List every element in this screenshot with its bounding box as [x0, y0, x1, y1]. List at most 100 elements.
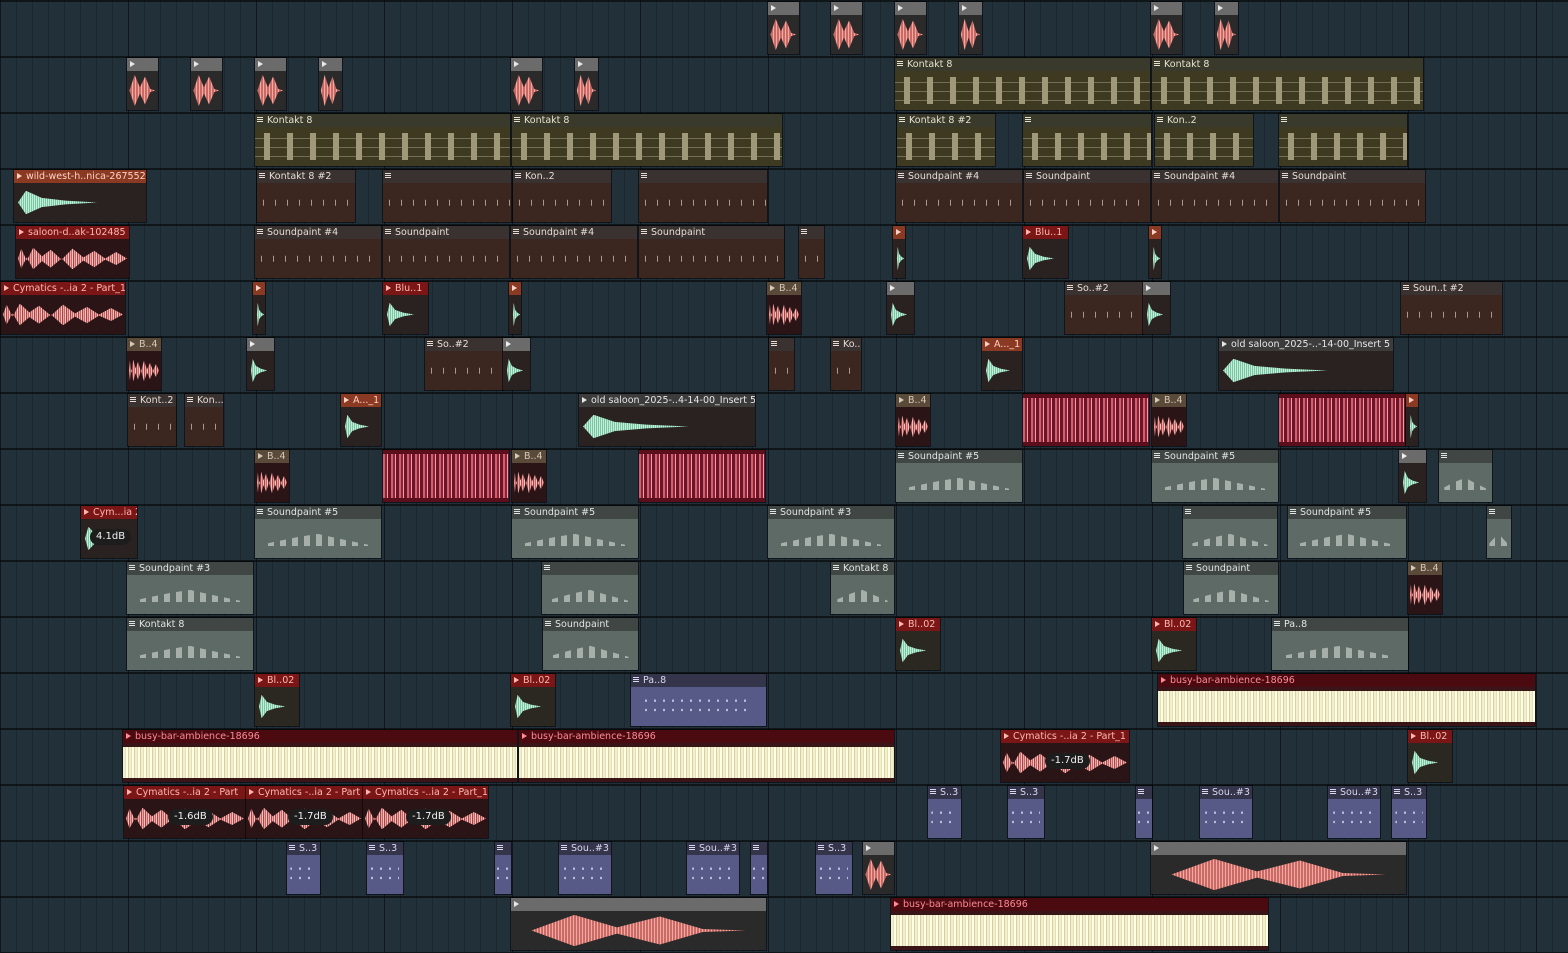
- clip-header[interactable]: S..3: [287, 842, 320, 855]
- pattern-clip-small[interactable]: [798, 225, 825, 279]
- audio-clip-busy-bar[interactable]: busy-bar-ambience-18696: [518, 729, 895, 783]
- pattern-clip-soundpaint-4[interactable]: Soundpaint #4: [1151, 169, 1279, 223]
- audio-clip-b4[interactable]: B..4: [895, 393, 931, 447]
- clip-header[interactable]: [495, 842, 511, 855]
- pattern-clip-kontakt-2[interactable]: Kon..2: [512, 169, 612, 223]
- audio-clip-bl02[interactable]: Bl..02: [510, 673, 556, 727]
- audio-clip-bl02[interactable]: Bl..02: [895, 617, 941, 671]
- clip-header[interactable]: Soundpaint: [543, 618, 638, 631]
- clip-header[interactable]: S..3: [816, 842, 852, 855]
- clip-header[interactable]: [768, 2, 799, 15]
- pattern-clip-s3[interactable]: S..3: [366, 841, 404, 895]
- clip-header[interactable]: [511, 58, 542, 71]
- pattern-clip-kontakt-hits[interactable]: [1022, 113, 1152, 167]
- clip-header[interactable]: [1143, 282, 1170, 295]
- clip-header[interactable]: old saloon_2025-..-14-00_Insert 5: [1219, 338, 1393, 351]
- clip-header[interactable]: Soundpaint: [383, 226, 509, 239]
- clip-header[interactable]: Kon..2: [513, 170, 611, 183]
- clip-header[interactable]: [1399, 450, 1426, 463]
- audio-clip-drum-hit[interactable]: [190, 57, 223, 111]
- audio-clip-saloon[interactable]: saloon-d..ak-102485: [15, 225, 130, 279]
- audio-clip-drum-hit[interactable]: [510, 57, 543, 111]
- audio-clip-drum-roll[interactable]: [510, 897, 767, 951]
- audio-clip-blu[interactable]: Blu..1: [1022, 225, 1069, 279]
- pattern-clip-s3[interactable]: S..3: [286, 841, 321, 895]
- audio-clip-drum-hit[interactable]: [767, 1, 800, 55]
- audio-clip-b4[interactable]: B..4: [1407, 561, 1443, 615]
- audio-clip-busy-bar[interactable]: busy-bar-ambience-18696: [122, 729, 518, 783]
- pattern-clip-so2[interactable]: So..#2: [424, 337, 504, 391]
- clip-header[interactable]: [191, 58, 222, 71]
- audio-clip-hit[interactable]: [1405, 393, 1419, 447]
- clip-header[interactable]: [1149, 226, 1161, 239]
- pattern-clip-soundpaint[interactable]: Soundpaint: [1279, 169, 1426, 223]
- clip-header[interactable]: Bl..02: [255, 674, 299, 687]
- clip-header[interactable]: B..4: [767, 282, 801, 295]
- clip-header[interactable]: [1487, 506, 1511, 519]
- clip-header[interactable]: [1023, 114, 1151, 127]
- audio-clip-hit[interactable]: [502, 337, 531, 391]
- clip-header[interactable]: busy-bar-ambience-18696: [123, 730, 517, 743]
- clip-header[interactable]: Soundpaint #4: [1152, 170, 1278, 183]
- clip-header[interactable]: busy-bar-ambience-18696: [891, 898, 1268, 911]
- audio-clip-a1[interactable]: A..._1: [340, 393, 382, 447]
- clip-header[interactable]: Kont..2: [128, 394, 176, 407]
- pattern-clip-kontakt[interactable]: Kontakt 8: [894, 57, 1151, 111]
- audio-clip-hit[interactable]: [246, 337, 275, 391]
- clip-header[interactable]: Sou..#3: [1328, 786, 1380, 799]
- pattern-clip-soundpaint-5[interactable]: Soundpaint #5: [254, 505, 382, 559]
- clip-header[interactable]: Soundpaint #5: [512, 506, 638, 519]
- pattern-clip-kontakt[interactable]: Kontakt 8: [830, 561, 895, 615]
- audio-clip-drum-hit[interactable]: [894, 1, 927, 55]
- clip-header[interactable]: Kontakt 8: [127, 618, 253, 631]
- pattern-clip-soundpaint-4[interactable]: Soundpaint #4: [254, 225, 382, 279]
- clip-header[interactable]: Soundpaint #3: [768, 506, 894, 519]
- clip-header[interactable]: So..#2: [425, 338, 503, 351]
- clip-header[interactable]: [1151, 842, 1406, 855]
- clip-header[interactable]: Pa..8: [631, 674, 766, 687]
- pattern-clip-soundpaint-5[interactable]: Soundpaint #5: [511, 505, 639, 559]
- audio-clip-busy-bar[interactable]: busy-bar-ambience-18696: [890, 897, 1269, 951]
- clip-header[interactable]: Soundpaint #5: [1152, 450, 1278, 463]
- clip-header[interactable]: [253, 282, 265, 295]
- audio-clip-a1[interactable]: A..._1: [981, 337, 1023, 391]
- clip-header[interactable]: Blu..1: [383, 282, 428, 295]
- pattern-clip-pa8[interactable]: Pa..8: [1271, 617, 1409, 671]
- clip-header[interactable]: Bl..02: [1152, 618, 1196, 631]
- audio-clip-cymatics[interactable]: Cymatics -..ia 2 - Part_1: [0, 281, 126, 335]
- clip-header[interactable]: B..4: [1408, 562, 1442, 575]
- audio-clip-stutter[interactable]: [1278, 393, 1406, 447]
- clip-header[interactable]: saloon-d..ak-102485: [16, 226, 129, 239]
- pattern-clip-soundpaint-3[interactable]: Soundpaint #3: [126, 561, 254, 615]
- audio-clip-bl02[interactable]: Bl..02: [1407, 729, 1453, 783]
- clip-header[interactable]: [575, 58, 598, 71]
- pattern-clip-sou3[interactable]: Sou..#3: [1327, 785, 1381, 839]
- audio-clip-b4[interactable]: B..4: [511, 449, 547, 503]
- audio-clip-stutter[interactable]: [1022, 393, 1150, 447]
- pattern-clip-kon[interactable]: Kon...: [184, 393, 224, 447]
- pattern-clip-soundpaint[interactable]: Soundpaint: [1023, 169, 1151, 223]
- clip-header[interactable]: Kon...: [185, 394, 223, 407]
- clip-header[interactable]: wild-west-h..nica-267552: [14, 170, 146, 183]
- pattern-clip-sou3[interactable]: Sou..#3: [1199, 785, 1253, 839]
- pattern-clip-s3[interactable]: S..3: [1007, 785, 1045, 839]
- pattern-clip-kont2[interactable]: Kont..2: [127, 393, 177, 447]
- pattern-clip-kontakt-hits[interactable]: [1278, 113, 1408, 167]
- audio-clip-stutter[interactable]: [638, 449, 766, 503]
- clip-header[interactable]: [863, 842, 894, 855]
- pattern-clip-soundpaint-5[interactable]: Soundpaint #5: [1151, 449, 1279, 503]
- clip-header[interactable]: S..3: [1392, 786, 1426, 799]
- clip-header[interactable]: [1136, 786, 1152, 799]
- clip-header[interactable]: Soundpaint: [1024, 170, 1150, 183]
- audio-clip-busy-bar[interactable]: busy-bar-ambience-18696: [1157, 673, 1536, 727]
- audio-clip-bl02[interactable]: Bl..02: [254, 673, 300, 727]
- audio-clip-drum-roll[interactable]: [1150, 841, 1407, 895]
- pattern-clip-hits[interactable]: [541, 561, 639, 615]
- pattern-clip-small[interactable]: [768, 337, 795, 391]
- pattern-clip-sou3[interactable]: Sou..#3: [558, 841, 612, 895]
- clip-header[interactable]: [895, 2, 926, 15]
- pattern-clip-soundpaint-4[interactable]: Soundpaint #4: [510, 225, 638, 279]
- clip-header[interactable]: B..4: [896, 394, 930, 407]
- clip-header[interactable]: Bl..02: [1408, 730, 1452, 743]
- audio-clip-old-saloon[interactable]: old saloon_2025-..-14-00_Insert 5: [1218, 337, 1394, 391]
